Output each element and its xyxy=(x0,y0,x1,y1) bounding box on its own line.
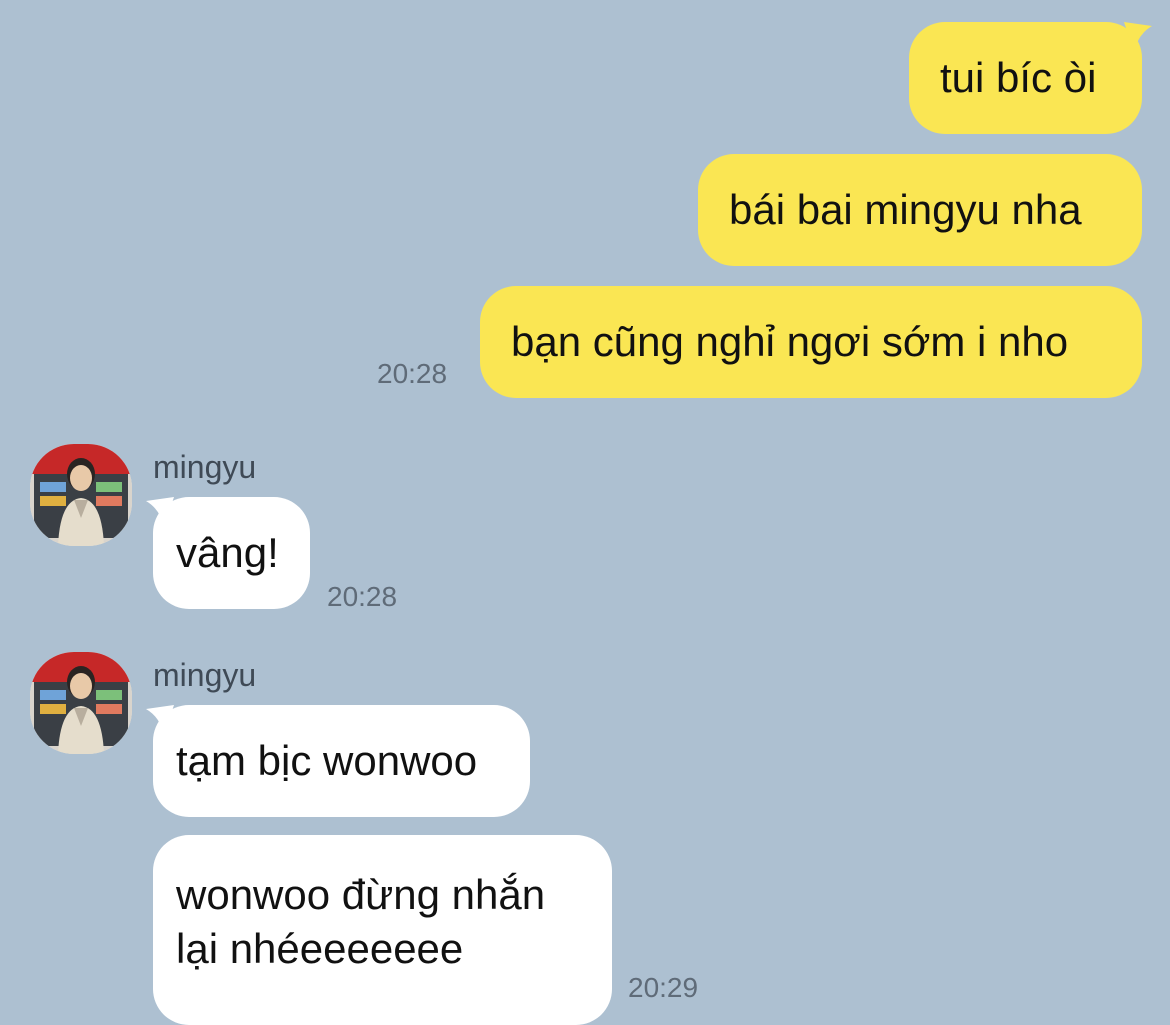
incoming-message-bubble[interactable]: tạm bịc wonwoo xyxy=(153,705,530,817)
message-text: vâng! xyxy=(176,529,279,576)
sender-name: mingyu xyxy=(153,449,257,485)
message-timestamp: 20:28 xyxy=(327,581,398,612)
message-text: bạn cũng nghỉ ngơi sớm i nho xyxy=(511,318,1069,365)
sender-avatar[interactable] xyxy=(30,652,132,754)
message-text: tạm bịc wonwoo xyxy=(176,737,478,784)
outgoing-message-bubble[interactable]: bạn cũng nghỉ ngơi sớm i nho xyxy=(480,286,1142,398)
message-text: tui bíc òi xyxy=(940,54,1097,101)
outgoing-bubble-tail xyxy=(1124,22,1152,52)
message-timestamp: 20:28 xyxy=(377,358,448,389)
message-text: bái bai mingyu nha xyxy=(729,186,1082,233)
incoming-message-bubble[interactable]: wonwoo đừng nhắn lại nhéeeeeeee xyxy=(153,835,612,1025)
message-timestamp: 20:29 xyxy=(628,972,699,1003)
outgoing-message-bubble[interactable]: bái bai mingyu nha xyxy=(698,154,1142,266)
message-text: wonwoo đừng nhắn lại nhéeeeeeee xyxy=(176,871,546,972)
incoming-message-bubble[interactable]: vâng! xyxy=(153,497,310,609)
outgoing-message-bubble[interactable]: tui bíc òi xyxy=(909,22,1142,134)
sender-avatar[interactable] xyxy=(30,444,132,546)
sender-name: mingyu xyxy=(153,657,257,693)
avatar-photo-icon xyxy=(30,444,132,546)
avatar-photo-icon xyxy=(30,652,132,754)
